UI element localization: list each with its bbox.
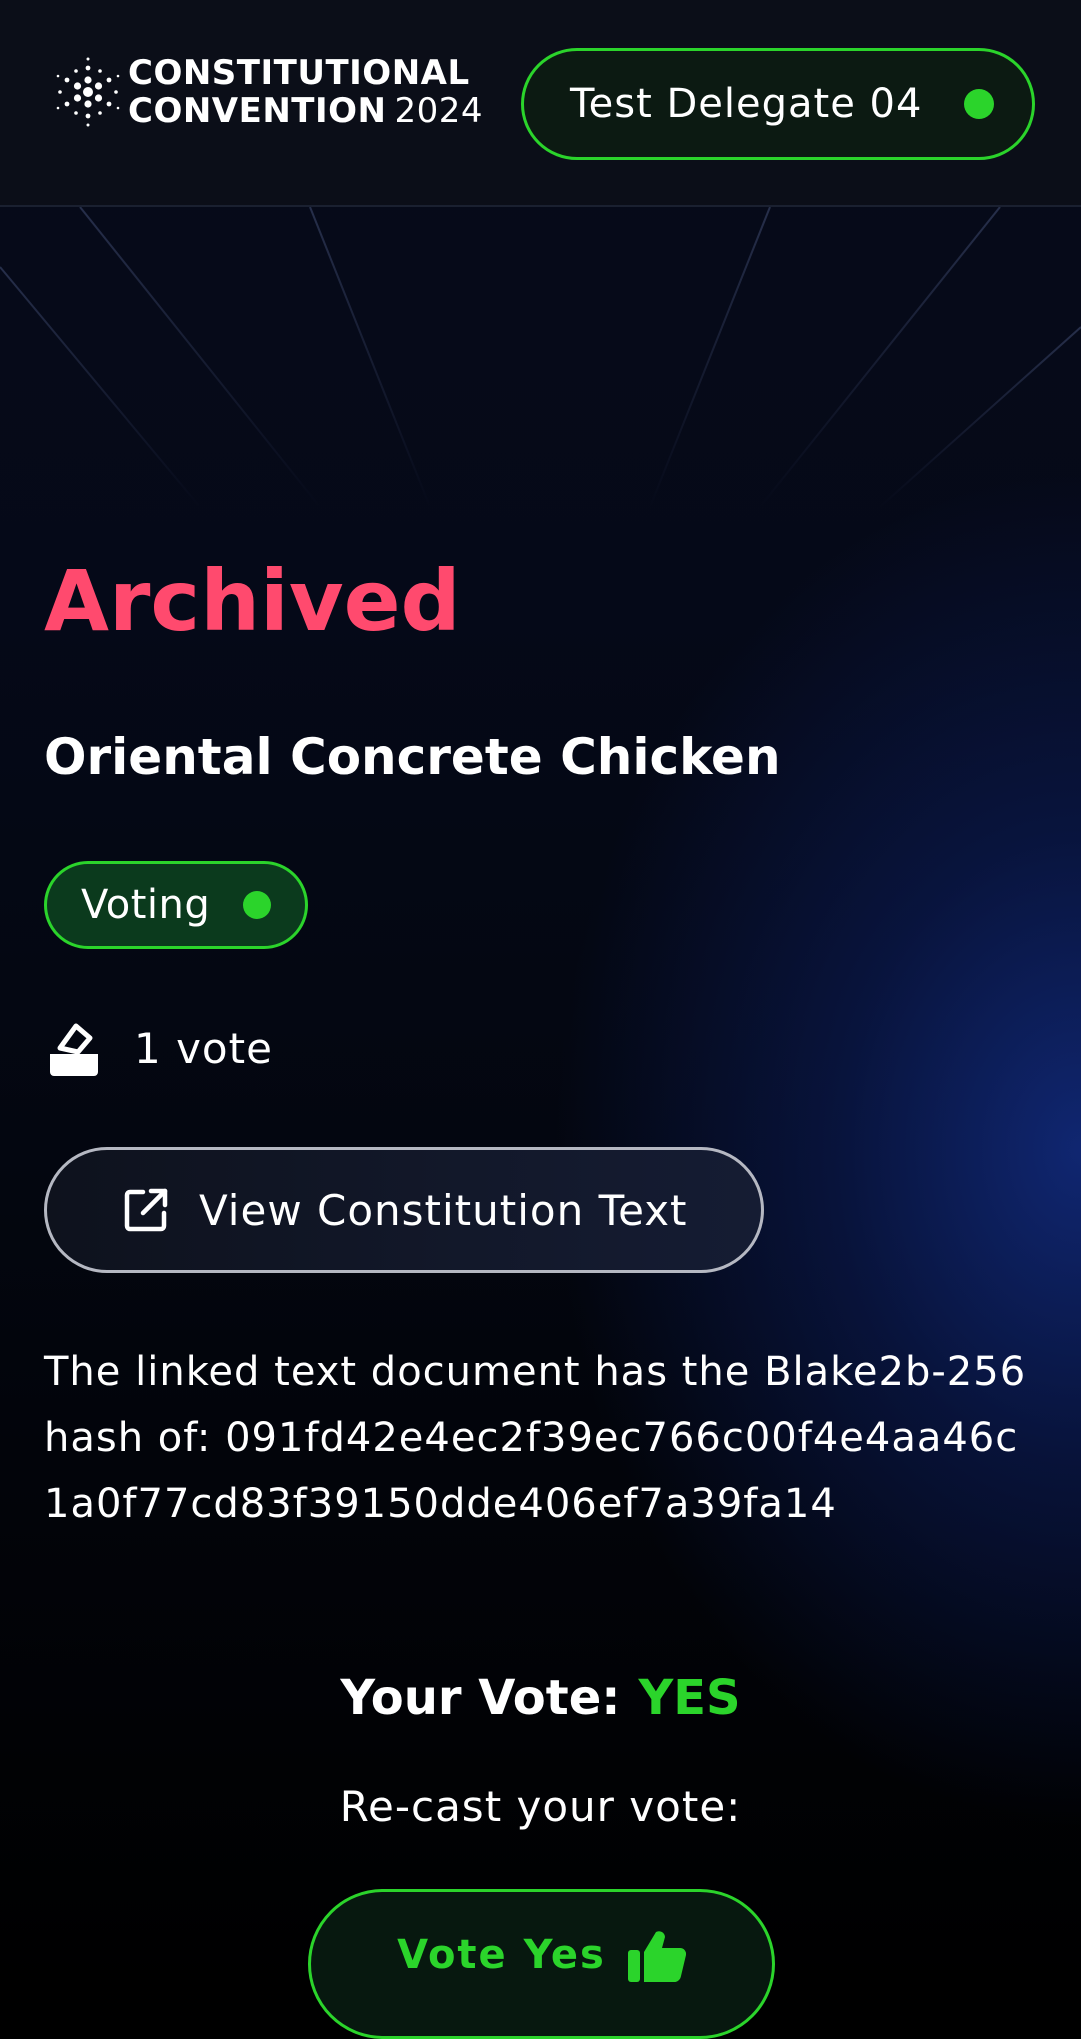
top-header: CONSTITUTIONAL CONVENTION 2024 Test Deleg… — [0, 0, 1081, 207]
phase-status-dot — [243, 891, 271, 919]
your-vote-value: YES — [638, 1670, 741, 1726]
logo-year: 2024 — [394, 91, 484, 131]
logo-line-1: CONSTITUTIONAL — [128, 53, 470, 93]
online-status-dot — [964, 89, 994, 119]
your-vote-label: Your Vote: — [340, 1670, 621, 1726]
vote-yes-button[interactable]: Vote Yes — [308, 1889, 775, 2039]
external-link-icon — [124, 1188, 168, 1232]
ballot-box-icon — [50, 1023, 98, 1076]
proposal-status-heading: Archived — [44, 552, 461, 650]
document-hash-text: The linked text document has the Blake2b… — [44, 1349, 1027, 1527]
delegate-account-button[interactable]: Test Delegate 04 — [521, 48, 1035, 160]
delegate-name: Test Delegate 04 — [570, 81, 923, 127]
recast-vote-label: Re-cast your vote: — [339, 1782, 742, 1831]
cardano-dots-icon — [56, 57, 120, 127]
phase-badge-label: Voting — [81, 882, 211, 928]
logo-wordmark: CONSTITUTIONAL CONVENTION 2024 — [128, 54, 483, 130]
vote-yes-label: Vote Yes — [397, 1932, 606, 1978]
thumbs-up-icon — [627, 1931, 686, 1982]
logo-line-2: CONVENTION 2024 — [128, 92, 483, 130]
proposal-title: Oriental Concrete Chicken — [44, 728, 781, 786]
logo-line-2-text: CONVENTION — [128, 91, 387, 131]
site-logo[interactable]: CONSTITUTIONAL CONVENTION 2024 — [52, 54, 502, 134]
view-constitution-text-button[interactable]: View Constitution Text — [44, 1147, 764, 1273]
vote-count: 1 vote — [44, 1016, 273, 1080]
grid-decoration — [0, 207, 1081, 507]
vote-count-text: 1 vote — [134, 1023, 273, 1073]
phase-badge: Voting — [44, 861, 308, 949]
your-vote-summary: Your Vote: YES — [0, 1670, 1081, 1726]
view-constitution-text-label: View Constitution Text — [199, 1185, 688, 1235]
